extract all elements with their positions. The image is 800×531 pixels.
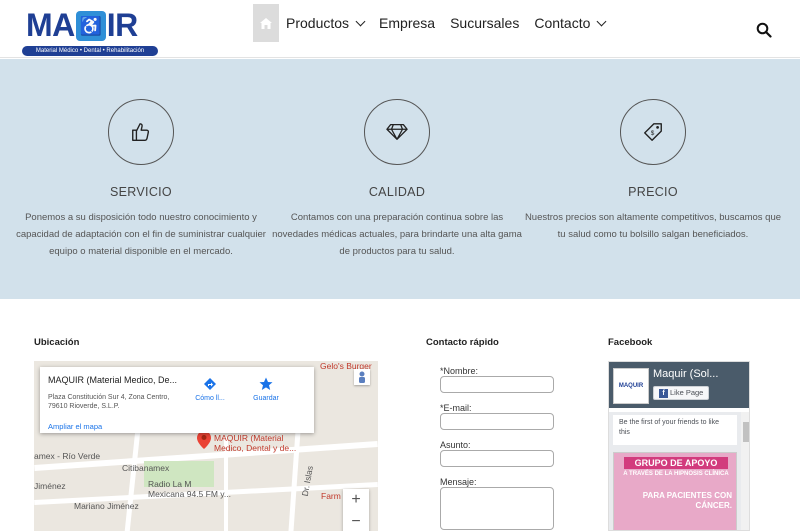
search-icon[interactable] xyxy=(756,22,772,38)
map-marker-icon[interactable] xyxy=(197,431,211,449)
street-view-button[interactable] xyxy=(354,369,370,385)
facebook-page-header[interactable]: MAQUIR Maquir (Sol... f Like Page xyxy=(609,362,749,408)
facebook-scrollbar[interactable] xyxy=(741,412,749,530)
feature-title: PRECIO xyxy=(628,185,678,199)
like-page-button[interactable]: f Like Page xyxy=(653,386,710,400)
home-icon xyxy=(260,17,272,29)
facebook-heading: Facebook xyxy=(608,337,653,348)
name-label: *Nombre: xyxy=(440,366,479,376)
main-nav: Productos Empresa Sucursales Contacto xyxy=(253,4,620,42)
nav-item-productos[interactable]: Productos xyxy=(286,15,366,31)
thumbs-up-icon xyxy=(132,123,150,141)
email-label: *E-mail: xyxy=(440,403,472,413)
feature-title: CALIDAD xyxy=(368,185,426,199)
friends-like-note: Be the first of your friends to like thi… xyxy=(613,415,737,445)
nav-item-contacto[interactable]: Contacto xyxy=(534,15,607,31)
place-name: MAQUIR (Material Medico, De... xyxy=(48,375,178,385)
chevron-down-icon xyxy=(355,16,366,26)
email-field[interactable] xyxy=(440,413,554,430)
location-heading: Ubicación xyxy=(34,337,80,348)
feature-description: Nuestros precios son altamente competiti… xyxy=(524,212,782,240)
feature-title: SERVICIO xyxy=(110,185,172,199)
feature-description: Contamos con una preparación continua so… xyxy=(272,212,522,257)
post-text: PARA PACIENTES CON CÁNCER. xyxy=(642,491,732,510)
map-label: Citibanamex xyxy=(122,463,170,473)
zoom-out-button[interactable]: − xyxy=(343,511,369,531)
chevron-down-icon xyxy=(596,16,607,26)
name-field[interactable] xyxy=(440,376,554,393)
message-label: Mensaje: xyxy=(440,477,477,487)
facebook-feed: Be the first of your friends to like thi… xyxy=(609,412,741,530)
map-zoom-control: + − xyxy=(343,489,369,531)
contact-heading: Contacto rápido xyxy=(426,337,499,348)
diamond-icon xyxy=(386,124,408,140)
feature-icon-circle xyxy=(108,99,174,165)
enlarge-map-link[interactable]: Ampliar el mapa xyxy=(48,422,102,431)
nav-item-empresa[interactable]: Empresa xyxy=(379,15,435,31)
map-label: Mexicana 94.5 FM y... xyxy=(148,489,231,499)
logo-wordmark: MA ♿ IR xyxy=(26,7,138,43)
pegman-icon xyxy=(359,371,365,383)
save-place-button[interactable]: Guardar xyxy=(244,377,288,402)
map-info-card: MAQUIR (Material Medico, De... Plaza Con… xyxy=(40,367,314,433)
directions-icon xyxy=(204,378,216,390)
directions-button[interactable]: Cómo ll... xyxy=(188,377,232,402)
map-label: amex - Río Verde xyxy=(34,451,101,461)
map-label: Farm xyxy=(321,491,341,501)
map-label: Mariano Jiménez xyxy=(74,501,139,511)
feature-icon-circle: $ xyxy=(620,99,686,165)
maquir-logo[interactable]: MA ♿ IR Material Médico • Dental • Rehabil… xyxy=(22,6,158,56)
facebook-page-name[interactable]: Maquir (Sol... xyxy=(653,368,718,380)
message-field[interactable] xyxy=(440,487,554,530)
google-map[interactable]: Citibanamex amex - Río Verde Jiménez Rad… xyxy=(34,361,378,531)
subject-label: Asunto: xyxy=(440,440,471,450)
facebook-icon: f xyxy=(659,389,668,398)
site-header: MA ♿ IR Material Médico • Dental • Rehabil… xyxy=(0,0,800,58)
feature-icon-circle xyxy=(364,99,430,165)
facebook-page-avatar: MAQUIR xyxy=(613,368,649,404)
subject-field[interactable] xyxy=(440,450,554,467)
home-button[interactable] xyxy=(253,4,279,42)
zoom-in-button[interactable]: + xyxy=(343,489,369,511)
facebook-widget: MAQUIR Maquir (Sol... f Like Page Be the … xyxy=(608,361,750,531)
map-label: Radio La M xyxy=(148,479,192,489)
map-marker-label: MAQUIR (Material Medico, Dental y de... xyxy=(214,433,297,453)
nav-item-sucursales[interactable]: Sucursales xyxy=(450,15,519,31)
wheelchair-icon: ♿ xyxy=(75,11,106,41)
facebook-post[interactable]: GRUPO DE APOYO A TRAVÉS DE LA HIPNOSIS C… xyxy=(613,452,737,530)
map-label: Jiménez xyxy=(34,481,66,491)
feature-description: Ponemos a su disposición todo nuestro co… xyxy=(16,212,266,257)
post-banner: GRUPO DE APOYO xyxy=(624,457,728,469)
features-band: SERVICIO Ponemos a su disposición todo n… xyxy=(0,59,800,299)
star-icon xyxy=(259,377,273,390)
logo-tagline: Material Médico • Dental • Rehabilitació… xyxy=(22,46,158,56)
post-subtitle: A TRAVÉS DE LA HIPNOSIS CLÍNICA xyxy=(623,471,729,477)
scrollbar-thumb[interactable] xyxy=(743,422,749,442)
place-address: Plaza Constitución Sur 4, Zona Centro, 7… xyxy=(48,394,170,410)
price-tag-icon: $ xyxy=(644,123,662,141)
svg-text:$: $ xyxy=(651,130,655,137)
